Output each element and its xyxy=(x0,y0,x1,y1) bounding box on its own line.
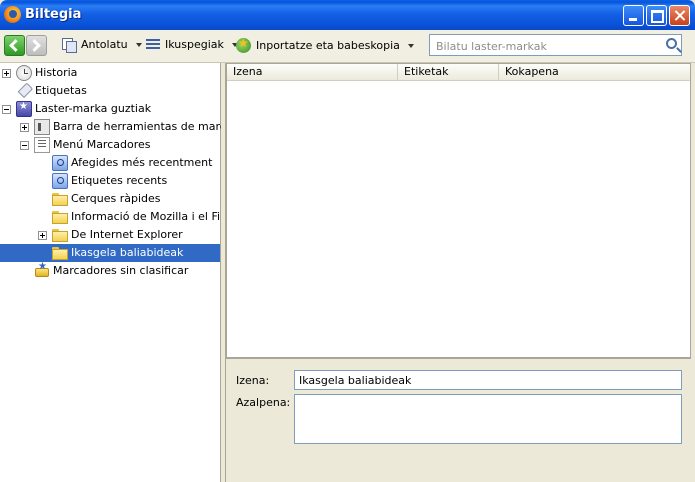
tree-item-label: Laster-marka guztiak xyxy=(35,102,152,115)
tree-item-label: Cerques ràpides xyxy=(71,192,161,205)
all-bookmarks-icon xyxy=(16,101,32,117)
collapse-twisty-icon[interactable] xyxy=(2,105,11,114)
tree-item-label: Barra de herramientas de marca... xyxy=(53,120,244,133)
organize-label: Antolatu xyxy=(81,38,128,51)
details-pane: Izena: Azalpena: xyxy=(226,358,691,482)
window-title: Biltegia xyxy=(25,7,82,22)
views-menu-button[interactable]: Ikuspegiak xyxy=(146,38,238,51)
expand-twisty-icon[interactable] xyxy=(38,231,47,240)
tree-item-mozilla-info[interactable]: Informació de Mozilla i el Fire... xyxy=(0,208,242,226)
tree-item-unsorted-bookmarks[interactable]: Marcadores sin clasificar xyxy=(0,261,220,280)
search-box[interactable] xyxy=(429,34,682,56)
forward-button[interactable] xyxy=(26,35,47,56)
title-bar[interactable]: Biltegia xyxy=(0,0,695,30)
tree-item-label: Menú Marcadores xyxy=(53,138,151,151)
organize-menu-button[interactable]: Antolatu xyxy=(62,38,142,53)
description-label: Azalpena: xyxy=(236,396,291,409)
folder-icon xyxy=(52,227,68,243)
import-backup-menu-button[interactable]: Inportatze eta babeskopia xyxy=(236,36,414,53)
tree-item-recently-added[interactable]: Afegides més recentment xyxy=(0,154,220,172)
column-header-name[interactable]: Izena xyxy=(227,64,398,80)
expand-twisty-icon[interactable] xyxy=(20,123,29,132)
organize-icon xyxy=(62,38,77,53)
firefox-icon xyxy=(4,6,21,23)
tree-item-label: De Internet Explorer xyxy=(71,228,183,241)
tree-item-label: Etiquetes recents xyxy=(71,174,168,187)
tree-item-label: Marcadores sin clasificar xyxy=(53,264,189,277)
description-field[interactable] xyxy=(294,394,682,444)
window-border xyxy=(691,63,695,482)
tree-item-label: Ikasgela baliabideak xyxy=(71,246,184,259)
tree-item-all-bookmarks[interactable]: Laster-marka guztiak xyxy=(0,100,220,118)
smart-query-icon xyxy=(52,173,68,189)
library-window: Biltegia Antolatu Ikuspegiak Inportatze … xyxy=(0,0,695,482)
dropdown-arrow-icon xyxy=(407,43,414,48)
tree-item-quick-searches[interactable]: Cerques ràpides xyxy=(0,190,220,208)
tree-item-internet-explorer[interactable]: De Internet Explorer xyxy=(0,226,220,244)
import-star-icon xyxy=(236,36,251,53)
tree-item-label: Etiquetas xyxy=(35,84,87,97)
import-label: Inportatze eta babeskopia xyxy=(256,39,400,52)
column-header: Izena Etiketak Kokapena xyxy=(227,64,690,81)
column-header-tags[interactable]: Etiketak xyxy=(398,64,499,80)
dropdown-arrow-icon xyxy=(135,42,142,47)
tree-item-bookmarks-toolbar[interactable]: Barra de herramientas de marca... xyxy=(0,118,243,136)
folder-icon xyxy=(52,209,68,225)
views-icon xyxy=(146,39,160,50)
column-header-location[interactable]: Kokapena xyxy=(499,64,690,80)
name-label: Izena: xyxy=(236,374,270,387)
tree-item-history[interactable]: Historia xyxy=(0,64,220,82)
expand-twisty-icon[interactable] xyxy=(2,69,11,78)
name-field[interactable] xyxy=(294,370,682,390)
tree-item-recent-tags[interactable]: Etiquetes recents xyxy=(0,172,220,190)
unsorted-bookmarks-icon xyxy=(34,261,50,279)
search-icon[interactable] xyxy=(666,38,677,49)
bookmarks-menu-icon xyxy=(34,137,50,153)
collapse-twisty-icon[interactable] xyxy=(20,141,29,150)
tree-item-label: Afegides més recentment xyxy=(71,156,213,169)
maximize-button[interactable] xyxy=(646,5,667,26)
minimize-button[interactable] xyxy=(623,5,644,26)
folder-tree[interactable]: Historia Etiquetas Laster-marka guztiak … xyxy=(0,63,243,482)
close-button[interactable] xyxy=(669,5,690,26)
bookmark-list[interactable]: Izena Etiketak Kokapena xyxy=(226,63,691,358)
tree-item-label: Informació de Mozilla i el Fire... xyxy=(71,210,242,223)
tree-item-label: Historia xyxy=(35,66,78,79)
bookmarks-toolbar-icon xyxy=(34,119,50,135)
toolbar: Antolatu Ikuspegiak Inportatze eta babes… xyxy=(0,30,695,63)
tree-item-bookmarks-menu[interactable]: Menú Marcadores xyxy=(0,136,220,154)
tag-icon xyxy=(13,80,36,103)
folder-icon xyxy=(52,245,68,261)
smart-query-icon xyxy=(52,155,68,171)
search-input[interactable] xyxy=(434,37,658,55)
folder-icon xyxy=(52,191,68,207)
tree-item-tags[interactable]: Etiquetas xyxy=(0,82,220,100)
history-clock-icon xyxy=(16,65,32,81)
back-button[interactable] xyxy=(4,35,25,56)
tree-item-ikasgela-selected[interactable]: Ikasgela baliabideak xyxy=(0,244,220,262)
views-label: Ikuspegiak xyxy=(165,38,224,51)
